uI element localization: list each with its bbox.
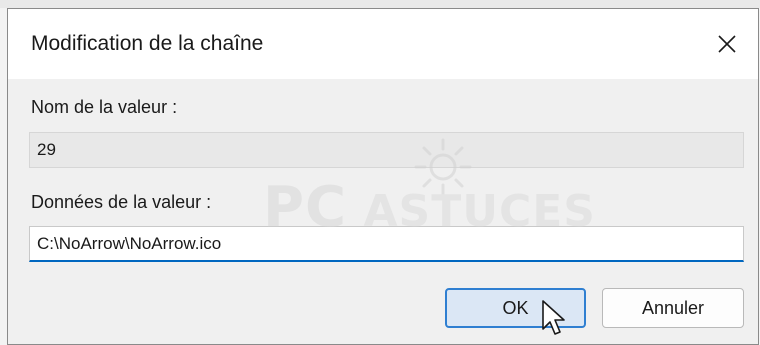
- value-data-input[interactable]: C:\NoArrow\NoArrow.ico: [29, 226, 744, 262]
- dialog-titlebar: Modification de la chaîne: [8, 9, 758, 79]
- cancel-button[interactable]: Annuler: [602, 288, 744, 328]
- ok-button[interactable]: OK: [445, 288, 586, 328]
- edit-string-dialog: Modification de la chaîne Nom de la vale…: [7, 8, 759, 345]
- value-name-field: 29: [29, 132, 744, 168]
- cancel-button-label: Annuler: [641, 297, 705, 318]
- parent-window-edge: [0, 0, 760, 8]
- screen: Modification de la chaîne Nom de la vale…: [0, 0, 760, 345]
- close-button[interactable]: [696, 9, 758, 79]
- dialog-title: Modification de la chaîne: [31, 32, 264, 55]
- value-name-label: Nom de la valeur :: [31, 97, 178, 117]
- close-icon: [718, 35, 736, 53]
- value-data-label: Données de la valeur :: [31, 192, 212, 212]
- ok-button-label: OK: [502, 297, 529, 318]
